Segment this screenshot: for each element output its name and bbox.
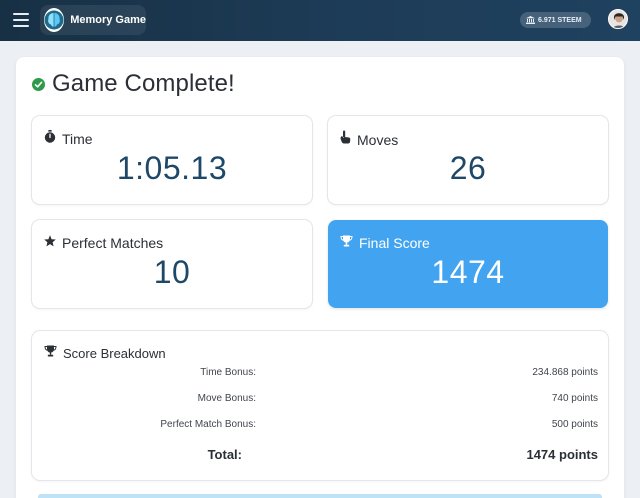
bank-icon [526, 11, 535, 29]
trophy-icon [340, 234, 353, 252]
hand-pointer-icon [340, 130, 351, 149]
moves-label: Moves [357, 131, 399, 148]
brain-logo-icon [44, 8, 65, 32]
trophy-icon [44, 344, 57, 362]
app-title: Memory Game [70, 14, 146, 26]
breakdown-total-label: Total: [207, 447, 242, 462]
top-app-bar: Memory Game 6.971 STEEM [0, 0, 640, 41]
breakdown-row-label: Time Bonus: [200, 367, 256, 378]
final-score-value: 1474 [431, 254, 505, 290]
next-section-edge [38, 494, 602, 498]
breakdown-row-value: 500 points [551, 419, 598, 430]
moves-stat-card: Moves 26 [328, 116, 608, 204]
final-score-stat-card: Final Score 1474 [328, 220, 608, 308]
time-value: 1:05.13 [116, 150, 228, 186]
hamburger-menu-icon[interactable] [13, 13, 29, 27]
time-stat-card: Time 1:05.13 [32, 116, 312, 204]
perfect-matches-stat-card: Perfect Matches 10 [32, 220, 312, 308]
perfect-matches-label: Perfect Matches [62, 235, 164, 251]
wallet-balance-text: 6.971 STEEM [538, 16, 582, 24]
moves-value: 26 [449, 150, 487, 186]
score-breakdown-card: Score Breakdown Time Bonus: 234.868 poin… [32, 331, 608, 480]
breakdown-row: Time Bonus: 234.868 points [32, 367, 608, 383]
stopwatch-icon [44, 130, 56, 148]
app-brand-button[interactable]: Memory Game [40, 5, 146, 35]
time-label: Time [62, 131, 93, 147]
breakdown-row: Perfect Match Bonus: 500 points [32, 419, 608, 435]
breakdown-row: Move Bonus: 740 points [32, 393, 608, 409]
breakdown-total-row: Total: 1474 points [32, 447, 608, 463]
check-circle-icon [32, 77, 45, 91]
star-icon [44, 234, 56, 252]
breakdown-row-value: 740 points [551, 393, 598, 404]
score-breakdown-title: Score Breakdown [63, 345, 166, 361]
breakdown-row-value: 234.868 points [532, 367, 598, 378]
breakdown-row-label: Perfect Match Bonus: [160, 419, 256, 430]
user-avatar[interactable] [608, 9, 628, 29]
breakdown-row-label: Move Bonus: [197, 393, 256, 404]
breakdown-total-value: 1474 points [526, 447, 598, 462]
title-row: Game Complete! [32, 70, 235, 98]
final-score-label: Final Score [359, 235, 430, 251]
perfect-matches-value: 10 [153, 254, 191, 290]
wallet-balance-chip[interactable]: 6.971 STEEM [520, 12, 591, 28]
page-title: Game Complete! [52, 70, 235, 97]
